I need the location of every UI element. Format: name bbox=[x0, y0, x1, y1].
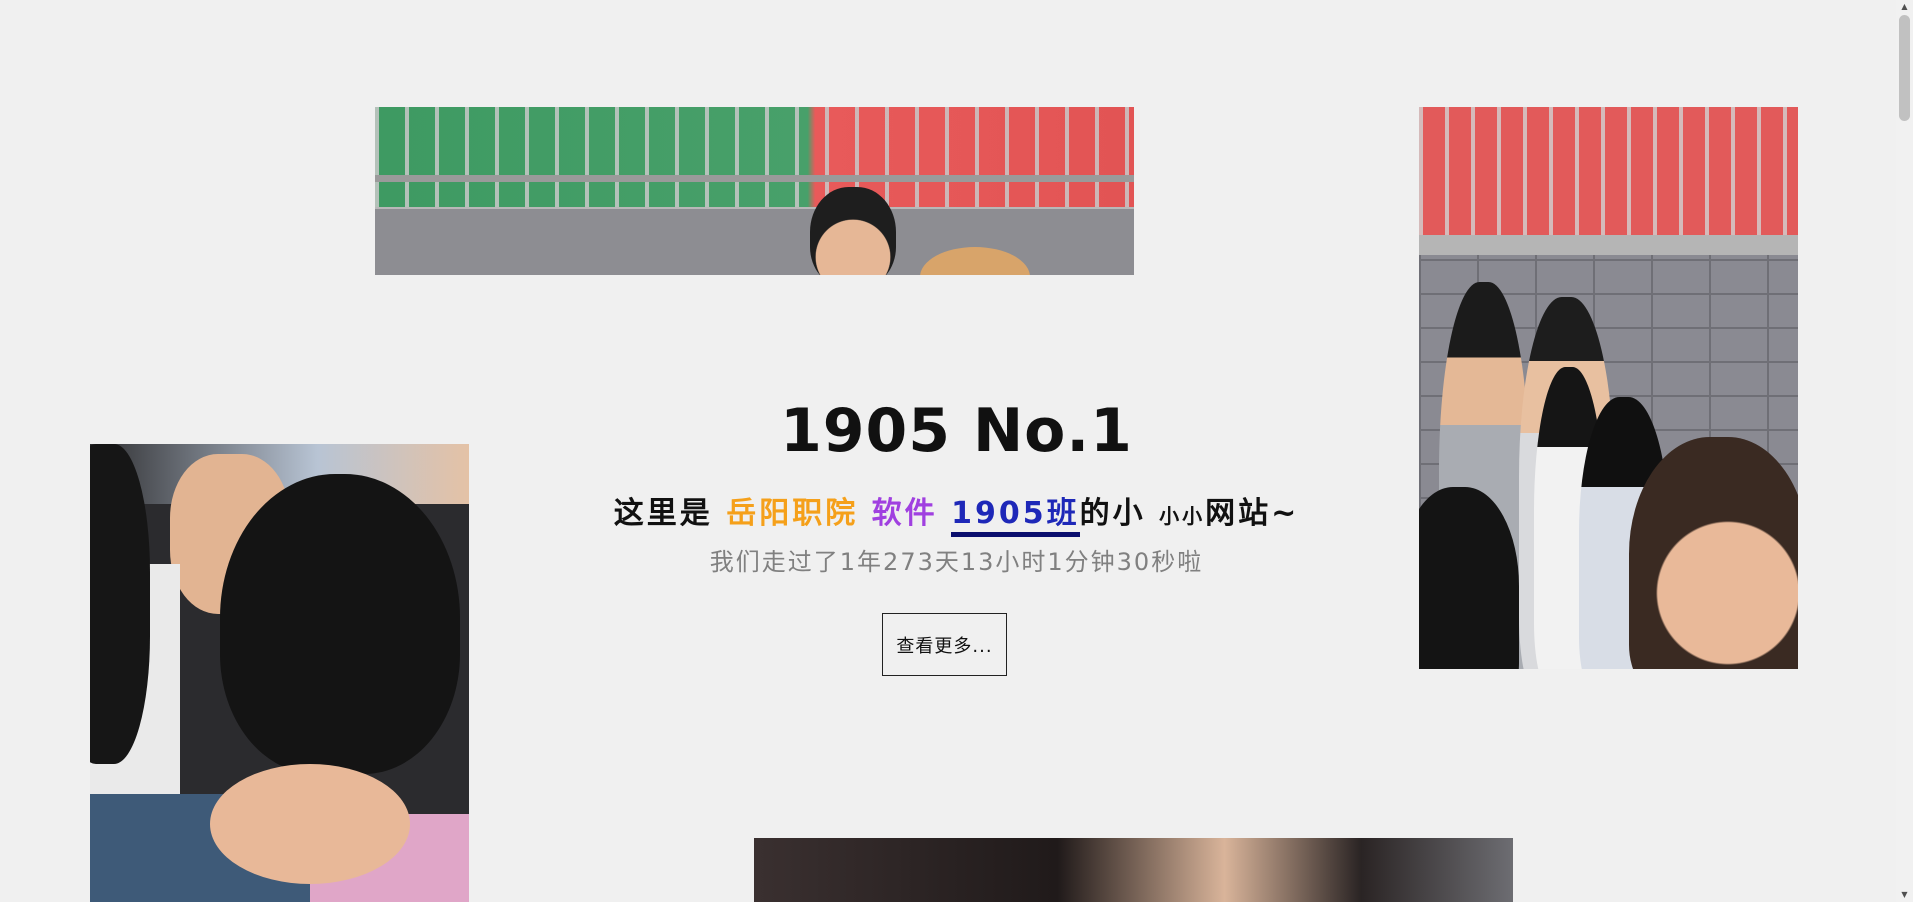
photo-ledge bbox=[1419, 235, 1798, 255]
subtitle-tiny: 小小 bbox=[1159, 504, 1206, 528]
class-name: 1905班 bbox=[951, 496, 1080, 537]
scrollbar[interactable]: ▲ ▼ bbox=[1896, 0, 1913, 902]
page-title: 1905 No.1 bbox=[780, 396, 1133, 466]
group-photo-top bbox=[375, 107, 1134, 275]
view-more-button[interactable]: 查看更多... bbox=[882, 613, 1007, 676]
school-name: 岳阳职院 bbox=[726, 496, 859, 531]
scroll-down-arrow-icon[interactable]: ▼ bbox=[1896, 888, 1913, 902]
photo-fence bbox=[1419, 107, 1798, 237]
photo-person bbox=[210, 764, 410, 884]
elapsed-time-counter: 我们走过了1年273天13小时1分钟30秒啦 bbox=[709, 548, 1204, 576]
scrollbar-thumb[interactable] bbox=[1899, 15, 1910, 121]
group-photo-right bbox=[1419, 107, 1798, 669]
subtitle-suffix: 网站~ bbox=[1205, 496, 1300, 531]
photo-rail-bar bbox=[375, 175, 1134, 182]
subtitle-mid: 的小 bbox=[1079, 496, 1160, 531]
scroll-up-arrow-icon[interactable]: ▲ bbox=[1896, 0, 1913, 14]
major-name: 软件 bbox=[858, 496, 952, 531]
photo-person bbox=[810, 187, 896, 275]
hero-subtitle: 这里是 岳阳职院 软件 1905班的小 小小网站~ bbox=[0, 488, 1913, 537]
group-photo-bottom bbox=[754, 838, 1513, 902]
subtitle-prefix: 这里是 bbox=[613, 496, 727, 531]
